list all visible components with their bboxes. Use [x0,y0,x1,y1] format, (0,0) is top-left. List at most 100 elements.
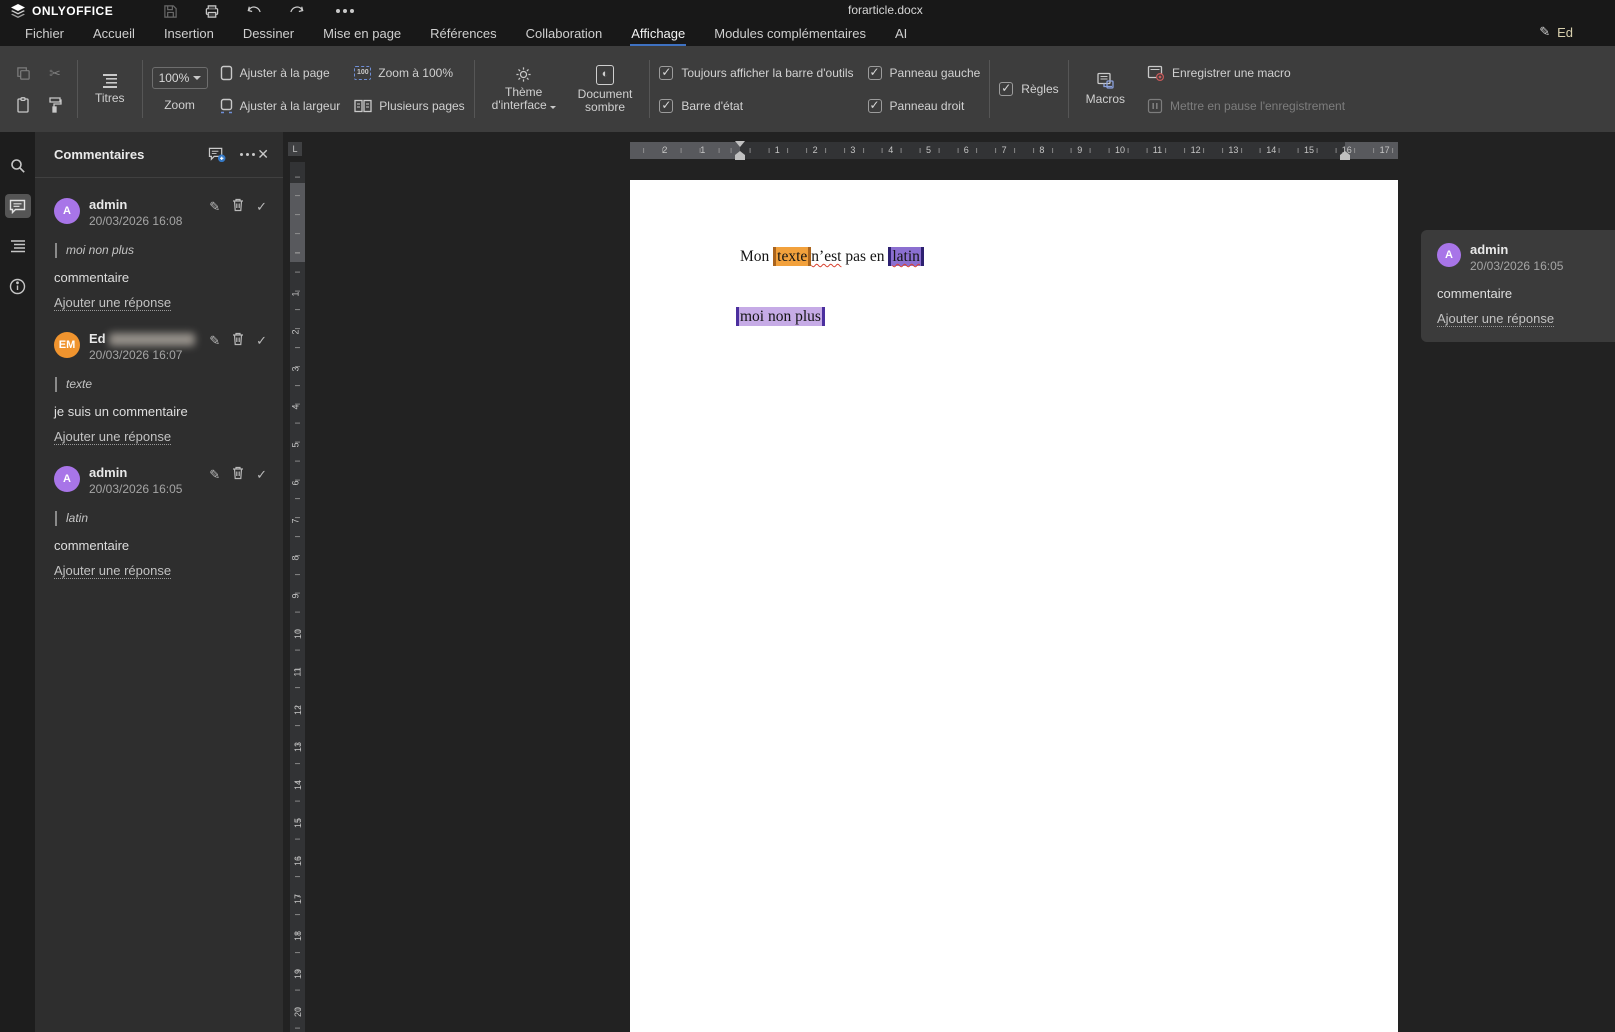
delete-comment-icon[interactable] [232,198,244,215]
comment-author: admin [89,198,209,212]
fit-to-page-button[interactable]: Ajuster à la page [220,61,341,85]
save-icon[interactable] [161,3,179,19]
avatar: EM [54,332,80,358]
ruler-number: 1 [700,145,705,155]
dark-document-button[interactable]: ◐ Document sombre [570,61,641,118]
about-info-icon[interactable] [5,274,31,298]
zoom-100-button[interactable]: 100 Zoom à 100% [354,61,464,85]
horizontal-ruler[interactable]: 211234567891011121314151617 [630,142,1398,159]
avatar: A [1437,243,1461,267]
ruler-number: 9 [1077,145,1082,155]
tab-affichage[interactable]: Affichage [630,23,686,46]
tab-mise-en-page[interactable]: Mise en page [322,23,402,46]
undo-icon[interactable] [245,3,263,19]
tab-fichier[interactable]: Fichier [24,23,65,46]
comment-date: 20/03/2026 16:07 [89,348,182,362]
cut-icon[interactable]: ✂ [42,60,68,86]
fit-to-width-button[interactable]: Ajuster à la largeur [220,94,341,118]
ruler-number: 19 [293,969,303,979]
record-macro-button[interactable]: Enregistrer une macro [1147,61,1345,85]
tab-modules-complementaires[interactable]: Modules complémentaires [713,23,867,46]
navigation-headings-icon[interactable] [5,234,31,258]
tab-references[interactable]: Références [429,23,497,46]
checkbox-always-show-toolbar[interactable]: Toujours afficher la barre d'outils [659,61,853,85]
avatar: A [54,198,80,224]
comment-text: commentaire [54,538,267,553]
paste-icon[interactable] [10,92,36,118]
ruler-number: 7 [291,518,301,523]
checkbox-right-panel[interactable]: Panneau droit [868,94,981,118]
app-name: ONLYOFFICE [32,4,113,18]
ruler-number: 10 [1115,145,1125,155]
tab-stop-selector[interactable]: L [288,142,302,156]
ruler-number: 4 [291,405,301,410]
edit-comment-icon[interactable]: ✎ [209,333,220,349]
comment-date: 20/03/2026 16:05 [89,482,182,496]
close-panel-icon[interactable]: ✕ [257,146,269,163]
zoom-dropdown[interactable]: 100% [152,67,208,89]
checkbox-status-bar[interactable]: Barre d'état [659,94,853,118]
edit-comment-icon[interactable]: ✎ [209,467,220,483]
tab-ai[interactable]: AI [894,23,908,46]
resolve-comment-icon[interactable]: ✓ [256,467,267,483]
interface-theme-button[interactable]: Thème d'interface [484,62,564,116]
tab-collaboration[interactable]: Collaboration [525,23,604,46]
print-icon[interactable] [203,3,221,19]
clipboard-group: ✂ [10,60,68,118]
ruler-number: 1 [291,291,301,296]
ruler-number: 2 [662,145,667,155]
comment-text: je suis un commentaire [54,404,267,419]
first-line-indent-marker[interactable] [735,141,745,147]
redo-icon[interactable] [287,3,305,19]
edit-comment-icon[interactable]: ✎ [209,199,220,215]
pause-recording-button[interactable]: Mettre en pause l'enregistrement [1147,94,1345,118]
ruler-number: 3 [291,367,301,372]
checkbox-left-panel[interactable]: Panneau gauche [868,61,981,85]
commented-text-lavender: moi non plus [736,307,825,326]
comments-more-icon[interactable] [240,153,243,156]
add-reply-link[interactable]: Ajouter une réponse [54,563,171,579]
more-actions-icon[interactable] [329,3,347,19]
theme-sun-icon [515,66,532,83]
left-indent-marker[interactable] [735,151,745,160]
comment-text: commentaire [54,270,267,285]
delete-comment-icon[interactable] [232,332,244,349]
record-macro-label: Enregistrer une macro [1172,66,1291,80]
fit-width-label: Ajuster à la largeur [240,99,341,113]
theme-label-line2: d'interface [492,98,547,112]
ruler-number: 4 [888,145,893,155]
right-indent-marker[interactable] [1340,151,1350,160]
dark-document-icon: ◐ [596,65,614,85]
tab-insertion[interactable]: Insertion [163,23,215,46]
tab-dessiner[interactable]: Dessiner [242,23,295,46]
comments-panel-icon[interactable] [5,194,31,218]
popup-add-reply-link[interactable]: Ajouter une réponse [1437,311,1554,327]
document-text-line: Mon texten’est pas en latin [740,248,924,266]
headings-button[interactable]: Titres [87,69,133,109]
multiple-pages-button[interactable]: Plusieurs pages [354,94,464,118]
format-painter-icon[interactable] [42,92,68,118]
comment-date: 20/03/2026 16:08 [89,214,182,228]
resolve-comment-icon[interactable]: ✓ [256,199,267,215]
zoom-100-icon: 100 [354,66,371,80]
search-icon[interactable] [5,154,31,178]
add-comment-icon[interactable] [208,147,226,163]
zoom-value: 100% [159,71,190,85]
checkbox-rulers[interactable]: Règles [999,77,1058,101]
comment-author: Ed [89,332,106,346]
resolve-comment-icon[interactable]: ✓ [256,333,267,349]
copy-icon[interactable] [10,60,36,86]
zoom-group-label: Zoom [164,98,195,112]
ruler-number: 2 [291,329,301,334]
document-page[interactable]: Mon texten’est pas en latin moi non plus [630,180,1398,1032]
ruler-number: 3 [850,145,855,155]
ruler-number: 14 [293,780,303,790]
vertical-ruler[interactable]: 1234567891011121314151617181920 [290,162,305,1032]
tab-accueil[interactable]: Accueil [92,23,136,46]
add-reply-link[interactable]: Ajouter une réponse [54,295,171,311]
add-reply-link[interactable]: Ajouter une réponse [54,429,171,445]
theme-label-line1: Thème [505,85,542,99]
fit-width-icon [220,98,233,114]
delete-comment-icon[interactable] [232,466,244,483]
macros-button[interactable]: Macros [1078,68,1133,110]
